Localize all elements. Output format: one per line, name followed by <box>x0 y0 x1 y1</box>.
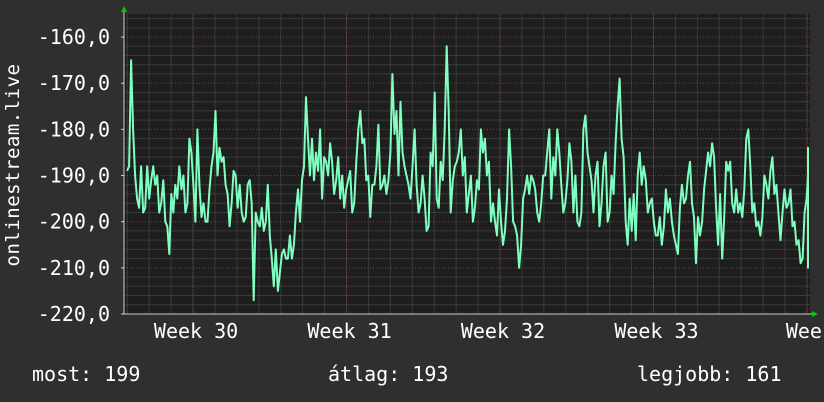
x-tick-label: Week 31 <box>307 319 391 343</box>
chart-svg: -160,0 -170,0 -180,0 -190,0 -200,0 -210,0 -220… <box>38 6 824 343</box>
y-tick-label: -200,0 <box>38 210 110 234</box>
y-axis-arrow-icon <box>121 6 127 12</box>
y-tick-label: -170,0 <box>38 71 110 95</box>
y-tick-label: -210,0 <box>38 256 110 280</box>
y-tick-label: -160,0 <box>38 25 110 49</box>
x-tick-label: Week <box>786 319 824 343</box>
y-tick-label: -220,0 <box>38 302 110 326</box>
stats-bar: most: 199 átlag: 193 legjobb: 161 <box>0 362 824 388</box>
stat-now-value: 199 <box>104 362 141 386</box>
x-axis-arrow-icon <box>812 311 818 317</box>
chart: -160,0 -170,0 -180,0 -190,0 -200,0 -210,0 -220… <box>0 0 824 402</box>
x-tick-label: Week 32 <box>461 319 545 343</box>
x-tick-label: Week 33 <box>614 319 698 343</box>
stat-best-value: 161 <box>745 362 782 386</box>
stat-average-value: 193 <box>412 362 449 386</box>
stat-now-label: most: <box>32 362 93 386</box>
y-axis-label: onlinestream.live <box>2 63 24 267</box>
x-tick-label: Week 30 <box>154 319 238 343</box>
stat-best-label: legjobb: <box>637 362 734 386</box>
y-tick-label: -180,0 <box>38 117 110 141</box>
y-axis-label-box: onlinestream.live <box>0 0 26 402</box>
stat-best: legjobb: 161 <box>637 362 782 386</box>
stat-now: most: 199 <box>32 362 140 386</box>
y-tick-label: -190,0 <box>38 164 110 188</box>
stat-average-label: átlag: <box>328 362 401 386</box>
stat-average: átlag: 193 <box>328 362 448 386</box>
